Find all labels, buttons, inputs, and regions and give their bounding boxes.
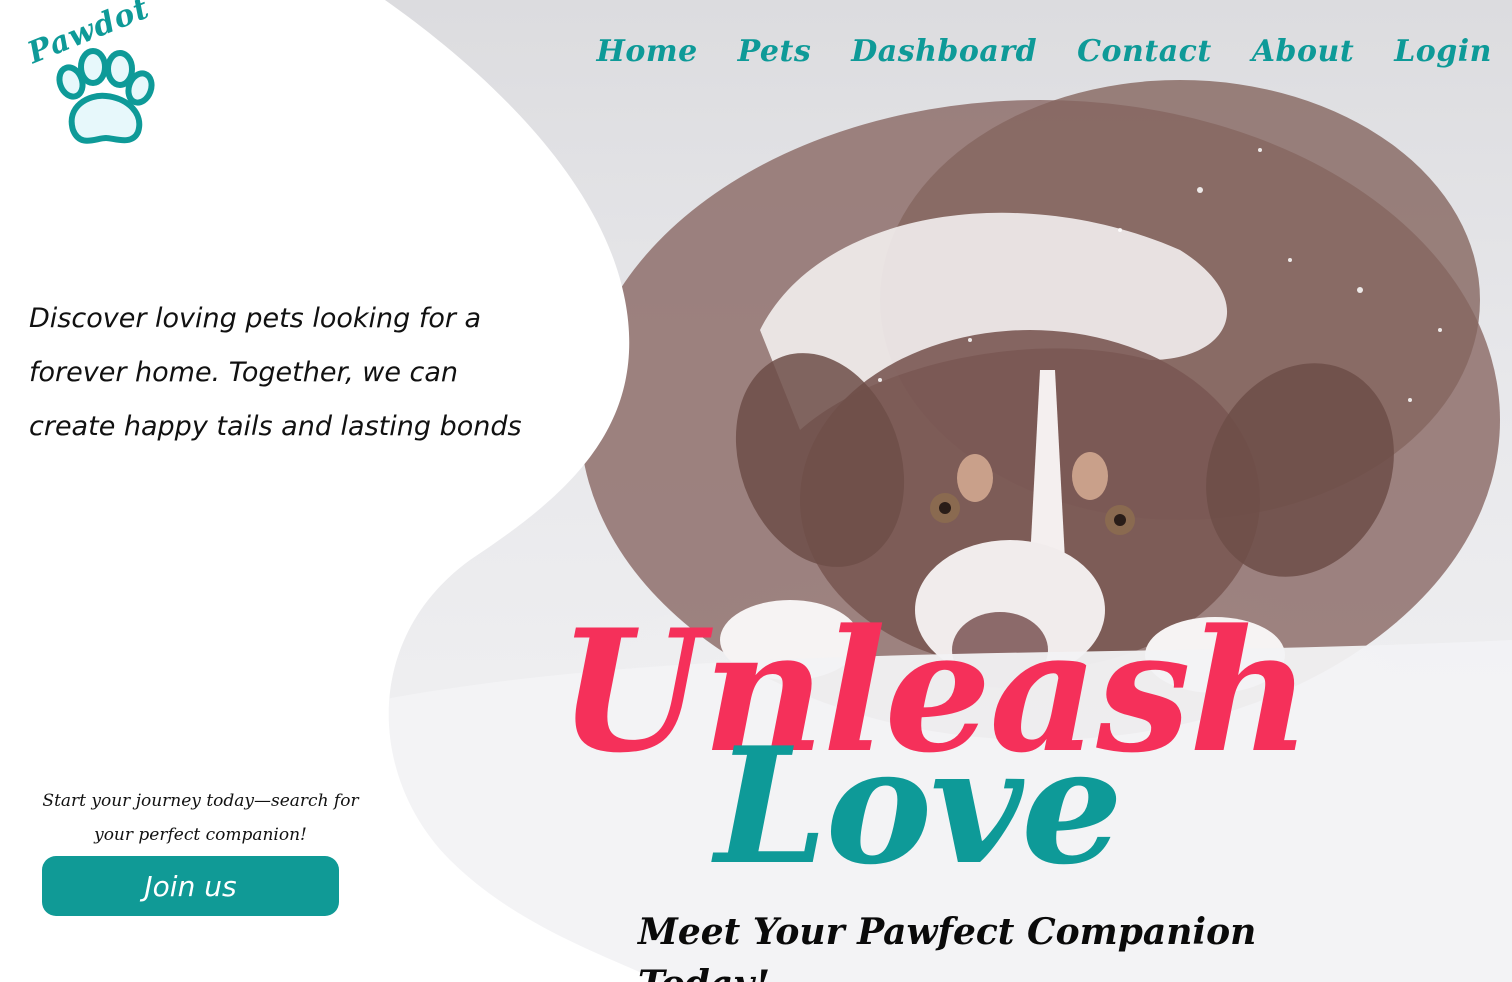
cta-text: Start your journey today—search for your… [42,791,359,845]
intro-text: Discover loving pets looking for a forev… [29,303,522,442]
nav-home[interactable]: Home [596,34,697,69]
headline-love: Love [715,712,1123,900]
tagline: Meet Your Pawfect Companion Today! [638,911,1257,982]
nav-dashboard[interactable]: Dashboard [851,34,1037,69]
logo[interactable]: Pawdot [23,0,178,157]
nav-login[interactable]: Login [1394,34,1492,69]
paw-icon [56,48,155,144]
join-us-button[interactable]: Join us [42,856,339,916]
nav-pets[interactable]: Pets [738,34,812,69]
nav-contact[interactable]: Contact [1077,34,1212,69]
main-nav: Home Pets Dashboard Contact About Login [596,34,1492,69]
nav-about[interactable]: About [1252,34,1354,69]
